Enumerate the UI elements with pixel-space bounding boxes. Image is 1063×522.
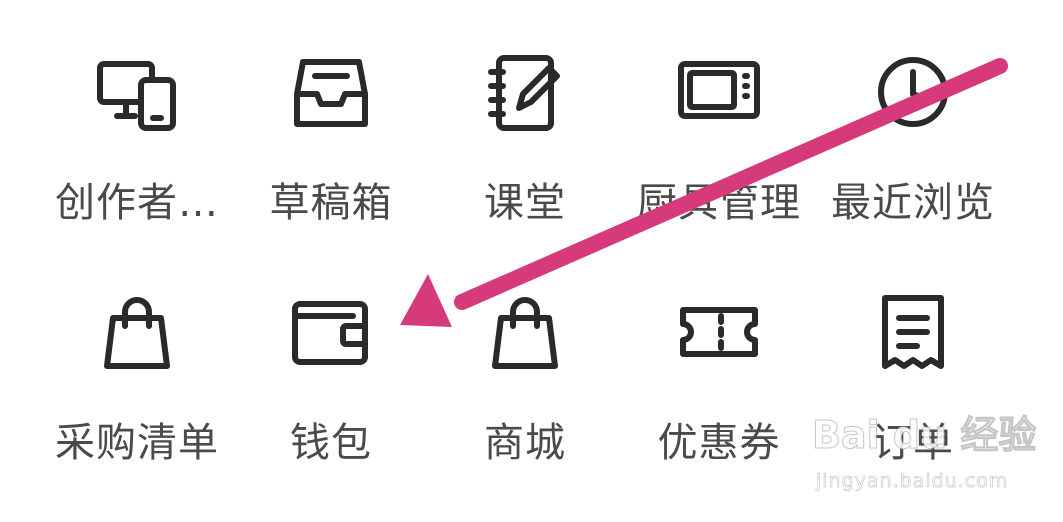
tile-label: 草稿箱 (269, 180, 393, 226)
devices-icon (95, 50, 179, 134)
tile-label: 厨具管理 (637, 180, 801, 226)
receipt-icon (871, 290, 955, 374)
tile-label: 订单 (872, 420, 954, 466)
tile-label: 钱包 (290, 420, 372, 466)
feature-row-2: 采购清单 钱包 商城 优惠券 订单 (40, 290, 1012, 490)
ticket-icon (677, 290, 761, 374)
feature-grid: 创作者… 草稿箱 课堂 厨具管理 最近浏览 采购清单 钱包 商城 优惠券 订单 (40, 40, 1012, 500)
notebook-pen-icon (483, 50, 567, 134)
inbox-tray-icon (289, 50, 373, 134)
tile-kitchenware[interactable]: 厨具管理 (622, 50, 816, 250)
tile-orders[interactable]: 订单 (816, 290, 1010, 490)
tile-label: 优惠券 (657, 420, 781, 466)
tile-label: 创作者… (55, 180, 219, 226)
tile-classroom[interactable]: 课堂 (428, 50, 622, 250)
shopping-bag-icon (483, 290, 567, 374)
wallet-icon (289, 290, 373, 374)
tile-wallet[interactable]: 钱包 (234, 290, 428, 490)
tile-shopping-list[interactable]: 采购清单 (40, 290, 234, 490)
shopping-bag-icon (95, 290, 179, 374)
feature-row-1: 创作者… 草稿箱 课堂 厨具管理 最近浏览 (40, 50, 1012, 250)
tile-label: 商城 (484, 420, 566, 466)
tile-drafts[interactable]: 草稿箱 (234, 50, 428, 250)
tile-label: 最近浏览 (831, 180, 995, 226)
tile-coupons[interactable]: 优惠券 (622, 290, 816, 490)
tile-recent[interactable]: 最近浏览 (816, 50, 1010, 250)
tile-label: 课堂 (484, 180, 566, 226)
tile-label: 采购清单 (55, 420, 219, 466)
clock-icon (871, 50, 955, 134)
tile-mall[interactable]: 商城 (428, 290, 622, 490)
tile-creator[interactable]: 创作者… (40, 50, 234, 250)
microwave-icon (677, 50, 761, 134)
